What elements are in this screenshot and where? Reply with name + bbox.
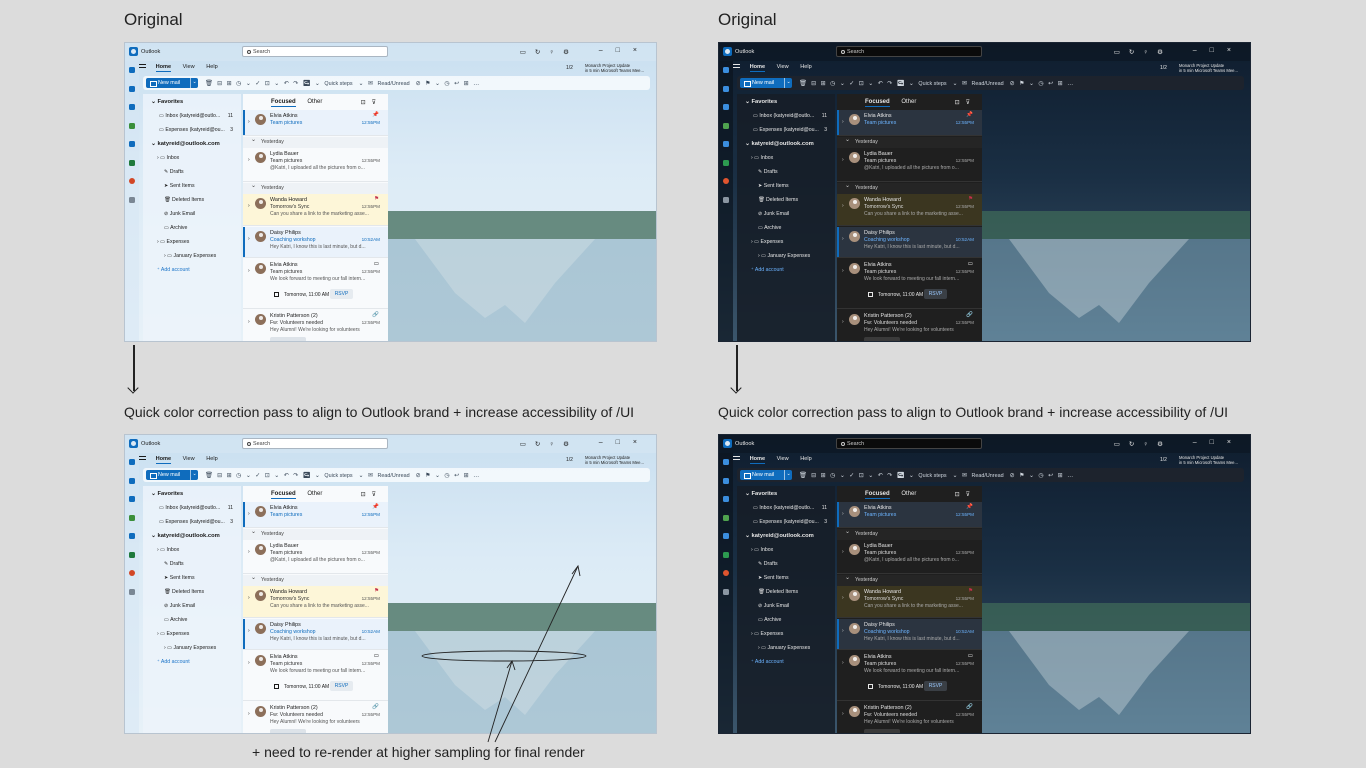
annotation-marks bbox=[421, 564, 587, 743]
